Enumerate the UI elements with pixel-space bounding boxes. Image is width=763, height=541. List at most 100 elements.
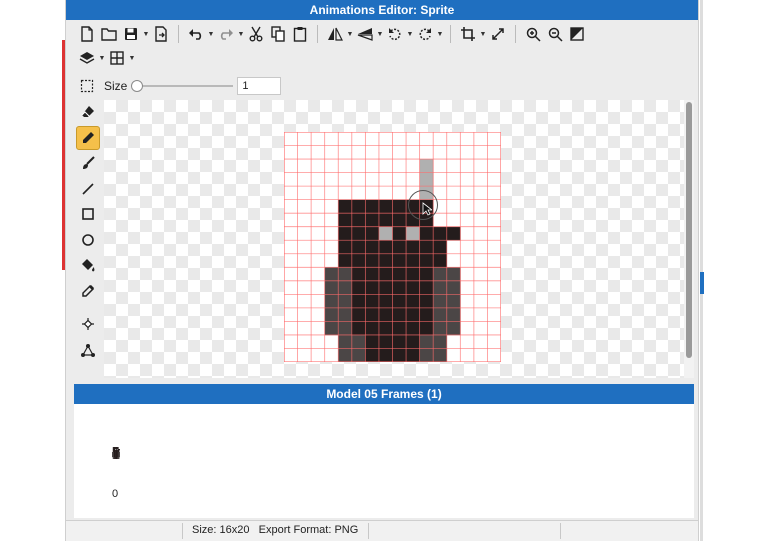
sprite-pixel xyxy=(433,240,448,255)
sprite-pixel xyxy=(338,294,353,309)
save-icon[interactable] xyxy=(120,23,142,45)
redo-icon[interactable] xyxy=(215,23,237,45)
size-slider[interactable] xyxy=(131,80,234,92)
status-size: Size: 16x20 xyxy=(192,524,250,536)
fill-bucket-icon[interactable] xyxy=(76,253,100,277)
sprite-pixel xyxy=(419,226,434,241)
sprite-pixel xyxy=(351,240,366,255)
drawing-canvas[interactable] xyxy=(104,100,684,378)
sprite-pixel xyxy=(351,267,366,282)
ellipse-icon[interactable] xyxy=(76,228,100,252)
crop-dropdown-icon[interactable]: ▼ xyxy=(479,31,487,38)
size-input[interactable]: 1 xyxy=(237,77,282,95)
sprite-pixel xyxy=(378,199,393,214)
sprite-pixel xyxy=(419,307,434,322)
scrollbar-thumb[interactable] xyxy=(686,102,692,358)
redo-dropdown-icon[interactable]: ▼ xyxy=(237,31,245,38)
layers-icon[interactable] xyxy=(76,47,98,69)
sprite-pixel xyxy=(406,307,420,322)
sprite-pixel xyxy=(446,267,461,282)
sprite-pixel xyxy=(419,240,434,255)
rotate-right-icon[interactable] xyxy=(414,23,436,45)
canvas-vertical-scrollbar[interactable] xyxy=(684,100,694,378)
sprite-pixel xyxy=(419,348,434,362)
undo-icon[interactable] xyxy=(185,23,207,45)
sprite-pixel xyxy=(365,226,380,241)
sprite-pixel xyxy=(446,321,461,336)
undo-dropdown-icon[interactable]: ▼ xyxy=(207,31,215,38)
sprite-pixel xyxy=(378,267,393,282)
eyedropper-icon[interactable] xyxy=(76,279,100,303)
size-slider-thumb[interactable] xyxy=(131,80,144,92)
sprite-pixel xyxy=(378,307,393,322)
pencil-icon[interactable] xyxy=(76,125,100,150)
invert-icon[interactable] xyxy=(566,23,588,45)
line-icon[interactable] xyxy=(76,177,100,201)
copy-icon[interactable] xyxy=(267,23,289,45)
layers-dropdown-icon[interactable]: ▼ xyxy=(98,55,106,62)
paste-icon[interactable] xyxy=(289,23,311,45)
sprite-pixel xyxy=(338,226,353,241)
rotate-left-icon[interactable] xyxy=(384,23,406,45)
sprite-pixel xyxy=(338,321,353,336)
node-icon[interactable] xyxy=(76,338,100,362)
status-export-format: Export Format: PNG xyxy=(258,524,359,536)
export-icon[interactable] xyxy=(150,23,172,45)
sprite-pixel xyxy=(338,240,353,255)
background-window-accent xyxy=(700,272,704,294)
sprite-pixel xyxy=(392,199,407,214)
open-folder-icon[interactable] xyxy=(98,23,120,45)
sprite-pixel xyxy=(392,307,407,322)
move-point-icon[interactable] xyxy=(76,312,100,336)
sprite-pixel xyxy=(351,307,366,322)
resize-icon[interactable] xyxy=(487,23,509,45)
status-bar: Size: 16x20 Export Format: PNG xyxy=(66,520,698,541)
eraser-icon[interactable] xyxy=(76,100,100,124)
sprite-image[interactable] xyxy=(284,132,501,362)
cut-icon[interactable] xyxy=(245,23,267,45)
status-divider xyxy=(560,523,561,539)
rotate-left-dropdown-icon[interactable]: ▼ xyxy=(406,31,414,38)
select-icon[interactable] xyxy=(76,75,98,97)
new-file-icon[interactable] xyxy=(76,23,98,45)
sprite-pixel xyxy=(365,280,380,295)
grid-dropdown-icon[interactable]: ▼ xyxy=(128,55,136,62)
frame-thumbnail[interactable] xyxy=(112,446,121,460)
zoom-in-icon[interactable] xyxy=(522,23,544,45)
sprite-pixel xyxy=(419,280,434,295)
sprite-pixel xyxy=(324,280,339,295)
zoom-out-icon[interactable] xyxy=(544,23,566,45)
crop-icon[interactable] xyxy=(457,23,479,45)
sprite-pixel xyxy=(378,294,393,309)
grid-icon[interactable] xyxy=(106,47,128,69)
sprite-pixel xyxy=(365,334,380,349)
sprite-pixel xyxy=(338,199,353,214)
flip-vertical-icon[interactable] xyxy=(354,23,376,45)
sprite-pixel xyxy=(406,321,420,336)
toolbar-separator xyxy=(450,25,451,43)
sprite-pixel xyxy=(433,321,448,336)
status-text: Size: 16x20 Export Format: PNG xyxy=(192,524,358,536)
toolbar-separator xyxy=(515,25,516,43)
rotate-right-dropdown-icon[interactable]: ▼ xyxy=(436,31,444,38)
sprite-pixel xyxy=(365,348,380,362)
sprite-pixel xyxy=(446,294,461,309)
sprite-pixel xyxy=(324,294,339,309)
sprite-pixel xyxy=(406,267,420,282)
save-dropdown-icon[interactable]: ▼ xyxy=(142,31,150,38)
rectangle-icon[interactable] xyxy=(76,202,100,226)
sprite-pixel xyxy=(378,253,393,268)
sprite-pixel xyxy=(392,280,407,295)
brush-icon[interactable] xyxy=(76,151,100,175)
sprite-pixel xyxy=(406,226,420,241)
flip-horizontal-icon[interactable] xyxy=(324,23,346,45)
sprite-pixel xyxy=(351,199,366,214)
sprite-pixel xyxy=(406,253,420,268)
sprite-pixel xyxy=(392,294,407,309)
flip-horizontal-dropdown-icon[interactable]: ▼ xyxy=(346,31,354,38)
sprite-pixel-grid[interactable] xyxy=(284,132,501,362)
flip-vertical-dropdown-icon[interactable]: ▼ xyxy=(376,31,384,38)
window-title: Animations Editor: Sprite xyxy=(66,0,698,20)
sprite-pixel xyxy=(351,226,366,241)
sprite-pixel xyxy=(351,253,366,268)
